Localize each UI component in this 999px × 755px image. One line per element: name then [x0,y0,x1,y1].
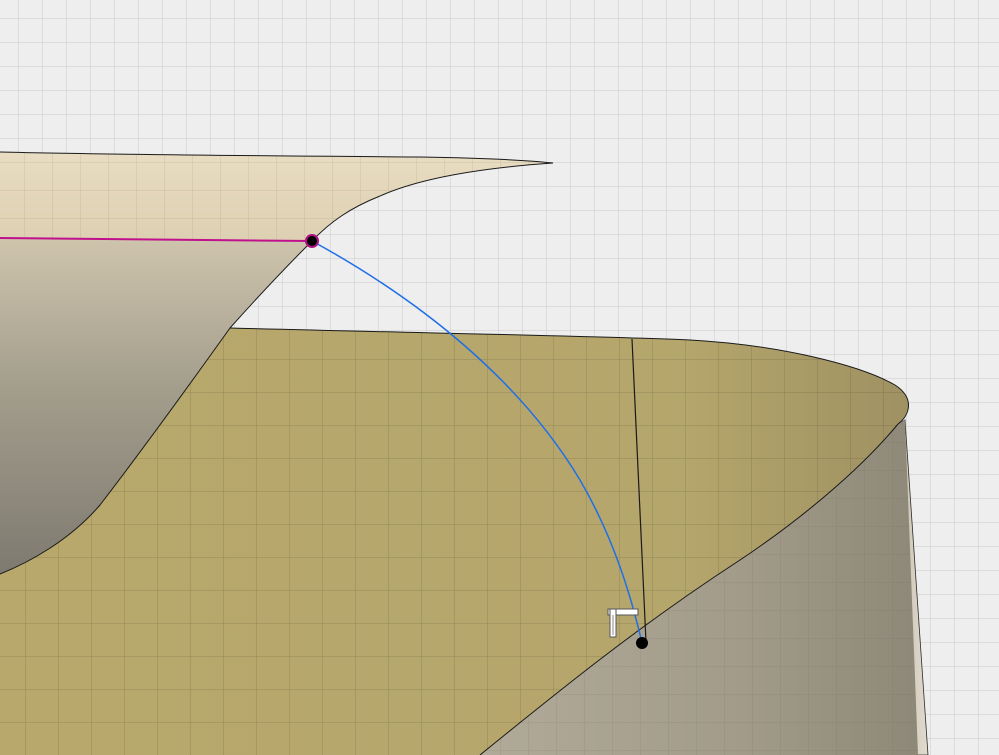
arc-start-point-core[interactable] [307,236,317,246]
cad-3d-viewport[interactable] [0,0,999,755]
arc-end-point[interactable] [636,637,648,649]
model-canvas[interactable] [0,0,999,755]
